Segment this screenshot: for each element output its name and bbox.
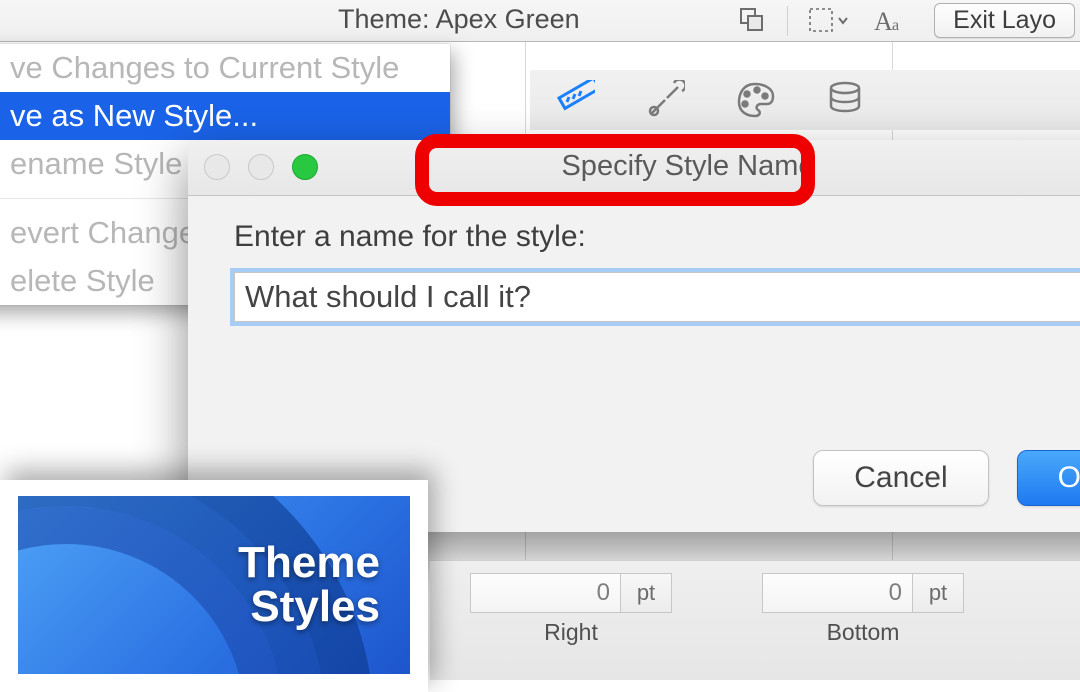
right-value-input[interactable] (470, 573, 620, 613)
menu-item-save-new[interactable]: ve as New Style... (0, 92, 450, 140)
bottom-unit-label: pt (912, 573, 964, 613)
dialog-button-row: Cancel OK (813, 450, 1080, 506)
inspector-tabs (530, 70, 1080, 130)
toolbar-separator (787, 6, 788, 36)
exit-layout-button[interactable]: Exit Layo (934, 3, 1075, 38)
dialog-title: Specify Style Name (188, 150, 1080, 183)
dialog-titlebar: Specify Style Name (188, 140, 1080, 196)
ok-button[interactable]: OK (1017, 450, 1080, 506)
theme-name: Apex Green (436, 4, 580, 34)
dialog-body: Enter a name for the style: (188, 196, 1080, 322)
specify-style-name-dialog: Specify Style Name Enter a name for the … (188, 140, 1080, 532)
tools-icon[interactable] (644, 79, 686, 121)
right-label: Right (544, 619, 598, 646)
svg-text:a: a (892, 17, 899, 34)
card-line-1: Theme (238, 538, 380, 587)
ruler-icon[interactable] (554, 79, 596, 121)
card-line-2: Styles (250, 582, 380, 631)
bottom-value-input[interactable] (762, 573, 912, 613)
style-name-input[interactable] (234, 272, 1080, 322)
bottom-padding-group: pt Bottom (762, 573, 964, 646)
database-icon[interactable] (824, 79, 866, 121)
bottom-label: Bottom (827, 619, 900, 646)
inspector-measurements: pt Right pt Bottom (430, 560, 1080, 680)
text-style-icon[interactable]: Aa (874, 6, 910, 36)
theme-label: Theme: Apex Green (338, 4, 580, 35)
theme-styles-card: Theme Styles (0, 480, 428, 692)
dialog-prompt-label: Enter a name for the style: (234, 220, 1080, 254)
theme-styles-card-art: Theme Styles (18, 496, 410, 674)
cancel-button[interactable]: Cancel (813, 450, 988, 506)
theme-prefix: Theme: (338, 4, 430, 34)
main-toolbar: Theme: Apex Green Aa Exit Layo (0, 0, 1080, 42)
menu-item-save-current[interactable]: ve Changes to Current Style (0, 44, 450, 92)
objects-icon[interactable] (737, 6, 767, 36)
right-unit-label: pt (620, 573, 672, 613)
svg-text:A: A (874, 7, 893, 36)
palette-icon[interactable] (734, 79, 776, 121)
theme-styles-card-text: Theme Styles (238, 541, 380, 629)
right-padding-group: pt Right (470, 573, 672, 646)
selection-dropdown-icon[interactable] (808, 6, 850, 36)
